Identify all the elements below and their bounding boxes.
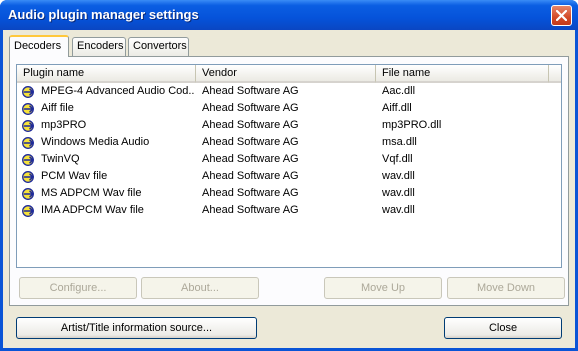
plugin-vendor: Ahead Software AG bbox=[202, 153, 299, 165]
plugin-file: wav.dll bbox=[382, 204, 415, 216]
column-header-plugin-name[interactable]: Plugin name bbox=[17, 65, 196, 83]
plugin-file: Aac.dll bbox=[382, 85, 416, 97]
plugin-name: TwinVQ bbox=[41, 153, 80, 165]
list-item[interactable]: IMA ADPCM Wav file Ahead Software AG wav.d… bbox=[17, 203, 561, 220]
dialog-body: Decoders Encoders Convertors Plugin name… bbox=[3, 30, 575, 348]
configure-button[interactable]: Configure... bbox=[19, 277, 137, 299]
tab-panel: Plugin name Vendor File name MPEG-4 Adva… bbox=[9, 56, 569, 306]
plugin-file: mp3PRO.dll bbox=[382, 119, 442, 131]
plugin-name: IMA ADPCM Wav file bbox=[41, 204, 144, 216]
column-header-vendor[interactable]: Vendor bbox=[196, 65, 376, 83]
list-header: Plugin name Vendor File name bbox=[17, 65, 561, 83]
tab-label: Decoders bbox=[14, 40, 62, 52]
column-header-file-name[interactable]: File name bbox=[376, 65, 549, 83]
plugin-name: MS ADPCM Wav file bbox=[41, 187, 142, 199]
plugin-vendor: Ahead Software AG bbox=[202, 102, 299, 114]
plugin-arrow-icon bbox=[22, 119, 36, 133]
plugin-file: Vqf.dll bbox=[382, 153, 413, 165]
plugin-name: mp3PRO bbox=[41, 119, 87, 131]
tab-label: Encoders bbox=[77, 40, 124, 52]
plugin-name: Aiff file bbox=[41, 102, 74, 114]
list-item[interactable]: MPEG-4 Advanced Audio Cod... Ahead Softwa… bbox=[17, 84, 561, 101]
plugin-arrow-icon bbox=[22, 204, 36, 218]
plugin-arrow-icon bbox=[22, 153, 36, 167]
artist-title-source-button[interactable]: Artist/Title information source... bbox=[16, 317, 257, 339]
tab-convertors[interactable]: Convertors bbox=[128, 37, 189, 56]
window-title: Audio plugin manager settings bbox=[8, 7, 199, 22]
plugin-vendor: Ahead Software AG bbox=[202, 136, 299, 148]
dialog-window: Audio plugin manager settings Decoders E… bbox=[0, 0, 578, 351]
plugin-arrow-icon bbox=[22, 85, 36, 99]
plugin-list[interactable]: Plugin name Vendor File name MPEG-4 Adva… bbox=[16, 64, 562, 268]
list-item[interactable]: Windows Media Audio Ahead Software AG msa.… bbox=[17, 135, 561, 152]
close-icon bbox=[556, 10, 567, 21]
plugin-name: Windows Media Audio bbox=[41, 136, 150, 148]
plugin-vendor: Ahead Software AG bbox=[202, 119, 299, 131]
list-item[interactable]: MS ADPCM Wav file Ahead Software AG wav.dl… bbox=[17, 186, 561, 203]
column-label: Vendor bbox=[202, 67, 237, 79]
title-bar[interactable]: Audio plugin manager settings bbox=[0, 0, 578, 30]
list-item[interactable]: PCM Wav file Ahead Software AG wav.dll bbox=[17, 169, 561, 186]
list-item[interactable]: Aiff file Ahead Software AG Aiff.dll bbox=[17, 101, 561, 118]
tab-encoders[interactable]: Encoders bbox=[72, 37, 126, 56]
plugin-file: wav.dll bbox=[382, 170, 415, 182]
plugin-vendor: Ahead Software AG bbox=[202, 187, 299, 199]
column-label: Plugin name bbox=[23, 67, 85, 79]
plugin-arrow-icon bbox=[22, 136, 36, 150]
list-item[interactable]: mp3PRO Ahead Software AG mp3PRO.dll bbox=[17, 118, 561, 135]
plugin-vendor: Ahead Software AG bbox=[202, 170, 299, 182]
plugin-file: msa.dll bbox=[382, 136, 417, 148]
plugin-name: PCM Wav file bbox=[41, 170, 108, 182]
move-up-button[interactable]: Move Up bbox=[324, 277, 442, 299]
list-item[interactable]: TwinVQ Ahead Software AG Vqf.dll bbox=[17, 152, 561, 169]
plugin-arrow-icon bbox=[22, 102, 36, 116]
close-window-button[interactable] bbox=[551, 5, 572, 26]
plugin-file: Aiff.dll bbox=[382, 102, 412, 114]
move-down-button[interactable]: Move Down bbox=[447, 277, 565, 299]
about-button[interactable]: About... bbox=[141, 277, 259, 299]
plugin-vendor: Ahead Software AG bbox=[202, 85, 299, 97]
close-button[interactable]: Close bbox=[444, 317, 562, 339]
plugin-name: MPEG-4 Advanced Audio Cod... bbox=[41, 85, 194, 97]
column-header-filler bbox=[549, 65, 561, 83]
plugin-arrow-icon bbox=[22, 170, 36, 184]
tab-label: Convertors bbox=[133, 40, 187, 52]
column-label: File name bbox=[382, 67, 431, 79]
plugin-file: wav.dll bbox=[382, 187, 415, 199]
plugin-vendor: Ahead Software AG bbox=[202, 204, 299, 216]
plugin-arrow-icon bbox=[22, 187, 36, 201]
tab-decoders[interactable]: Decoders bbox=[9, 35, 69, 57]
